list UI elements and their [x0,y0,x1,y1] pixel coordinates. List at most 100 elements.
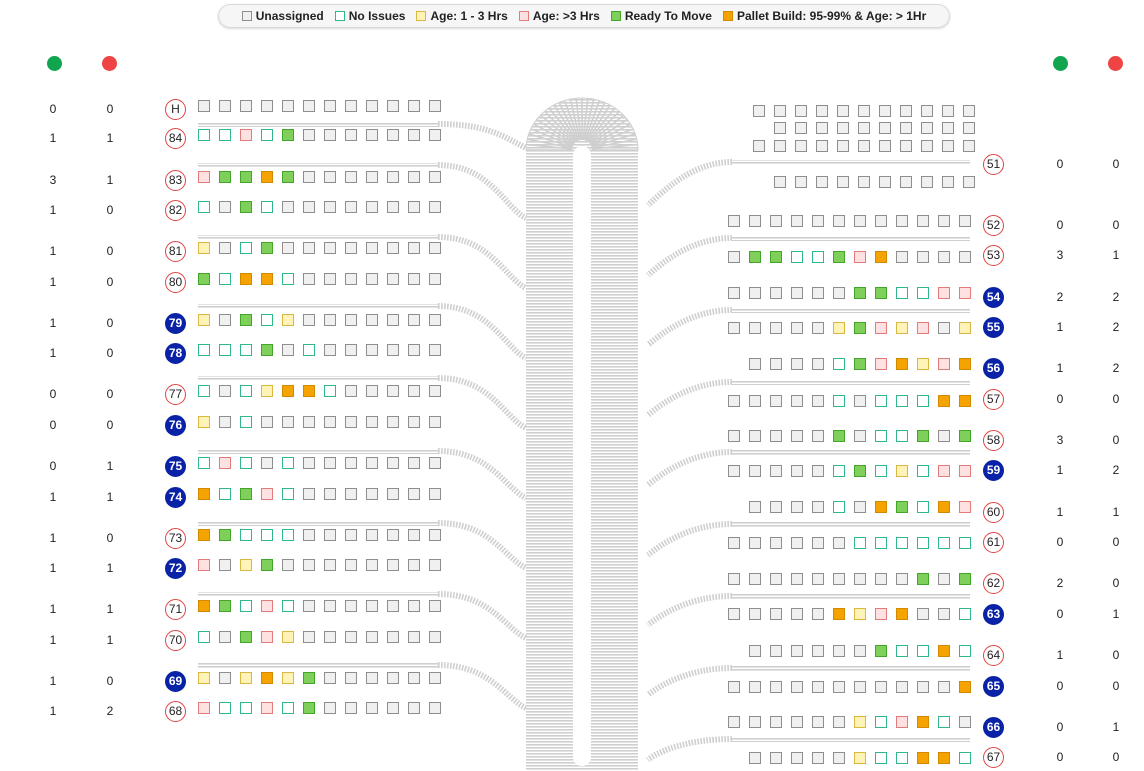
slot-unassigned[interactable] [429,201,441,213]
slot-unassigned[interactable] [858,122,870,134]
slot-ready[interactable] [854,465,866,477]
slot-unassigned[interactable] [345,171,357,183]
door-badge-57[interactable]: 57 [983,389,1004,410]
slot-ready[interactable] [875,645,887,657]
slot-unassigned[interactable] [900,122,912,134]
door-badge-56[interactable]: 56 [983,358,1004,379]
slot-unassigned[interactable] [345,631,357,643]
door-badge-81[interactable]: 81 [165,241,186,262]
slot-unassigned[interactable] [366,416,378,428]
slot-noissues[interactable] [896,287,908,299]
slot-unassigned[interactable] [387,702,399,714]
slot-unassigned[interactable] [429,100,441,112]
slot-unassigned[interactable] [774,105,786,117]
slot-noissues[interactable] [896,537,908,549]
door-badge-74[interactable]: 74 [165,487,186,508]
slot-unassigned[interactable] [900,176,912,188]
slot-pallet[interactable] [261,273,273,285]
slot-unassigned[interactable] [963,140,975,152]
slot-unassigned[interactable] [791,608,803,620]
door-badge-75[interactable]: 75 [165,456,186,477]
slot-unassigned[interactable] [728,215,740,227]
slot-unassigned[interactable] [408,171,420,183]
slot-unassigned[interactable] [791,645,803,657]
slot-noissues[interactable] [917,501,929,513]
slot-age3[interactable] [938,287,950,299]
slot-noissues[interactable] [833,501,845,513]
slot-age3[interactable] [261,631,273,643]
slot-unassigned[interactable] [791,681,803,693]
slot-unassigned[interactable] [219,201,231,213]
slot-unassigned[interactable] [728,465,740,477]
slot-noissues[interactable] [875,752,887,764]
slot-unassigned[interactable] [749,215,761,227]
slot-unassigned[interactable] [795,105,807,117]
slot-unassigned[interactable] [875,681,887,693]
slot-unassigned[interactable] [770,645,782,657]
slot-unassigned[interactable] [324,529,336,541]
slot-unassigned[interactable] [858,176,870,188]
slot-unassigned[interactable] [261,457,273,469]
slot-unassigned[interactable] [408,488,420,500]
slot-age3[interactable] [959,287,971,299]
door-badge-55[interactable]: 55 [983,317,1004,338]
slot-unassigned[interactable] [917,251,929,263]
slot-unassigned[interactable] [345,416,357,428]
slot-unassigned[interactable] [366,273,378,285]
slot-unassigned[interactable] [345,344,357,356]
slot-unassigned[interactable] [942,105,954,117]
slot-unassigned[interactable] [219,100,231,112]
slot-unassigned[interactable] [812,608,824,620]
slot-unassigned[interactable] [429,600,441,612]
slot-unassigned[interactable] [791,573,803,585]
slot-age3[interactable] [938,358,950,370]
slot-unassigned[interactable] [795,140,807,152]
slot-noissues[interactable] [219,344,231,356]
slot-unassigned[interactable] [963,176,975,188]
slot-unassigned[interactable] [408,273,420,285]
slot-unassigned[interactable] [408,631,420,643]
slot-unassigned[interactable] [791,215,803,227]
slot-noissues[interactable] [282,702,294,714]
slot-unassigned[interactable] [921,176,933,188]
slot-unassigned[interactable] [387,314,399,326]
slot-noissues[interactable] [896,395,908,407]
slot-unassigned[interactable] [812,465,824,477]
slot-unassigned[interactable] [833,716,845,728]
slot-unassigned[interactable] [938,573,950,585]
slot-age13[interactable] [282,631,294,643]
slot-unassigned[interactable] [408,559,420,571]
slot-age13[interactable] [854,752,866,764]
slot-noissues[interactable] [875,395,887,407]
slot-unassigned[interactable] [879,122,891,134]
slot-unassigned[interactable] [324,344,336,356]
slot-ready[interactable] [854,287,866,299]
slot-noissues[interactable] [282,488,294,500]
slot-unassigned[interactable] [303,273,315,285]
slot-unassigned[interactable] [728,716,740,728]
slot-unassigned[interactable] [816,176,828,188]
slot-unassigned[interactable] [833,287,845,299]
slot-unassigned[interactable] [366,100,378,112]
slot-noissues[interactable] [261,529,273,541]
slot-unassigned[interactable] [816,140,828,152]
slot-unassigned[interactable] [366,385,378,397]
slot-unassigned[interactable] [429,416,441,428]
slot-unassigned[interactable] [324,314,336,326]
slot-noissues[interactable] [959,608,971,620]
slot-age3[interactable] [875,358,887,370]
slot-age3[interactable] [896,716,908,728]
slot-ready[interactable] [749,251,761,263]
slot-unassigned[interactable] [324,488,336,500]
slot-pallet[interactable] [833,608,845,620]
slot-unassigned[interactable] [854,395,866,407]
slot-unassigned[interactable] [749,322,761,334]
slot-unassigned[interactable] [219,631,231,643]
door-badge-H[interactable]: H [165,99,186,120]
slot-noissues[interactable] [282,529,294,541]
slot-noissues[interactable] [875,537,887,549]
slot-noissues[interactable] [240,344,252,356]
slot-ready[interactable] [833,251,845,263]
slot-unassigned[interactable] [791,752,803,764]
slot-age13[interactable] [282,672,294,684]
